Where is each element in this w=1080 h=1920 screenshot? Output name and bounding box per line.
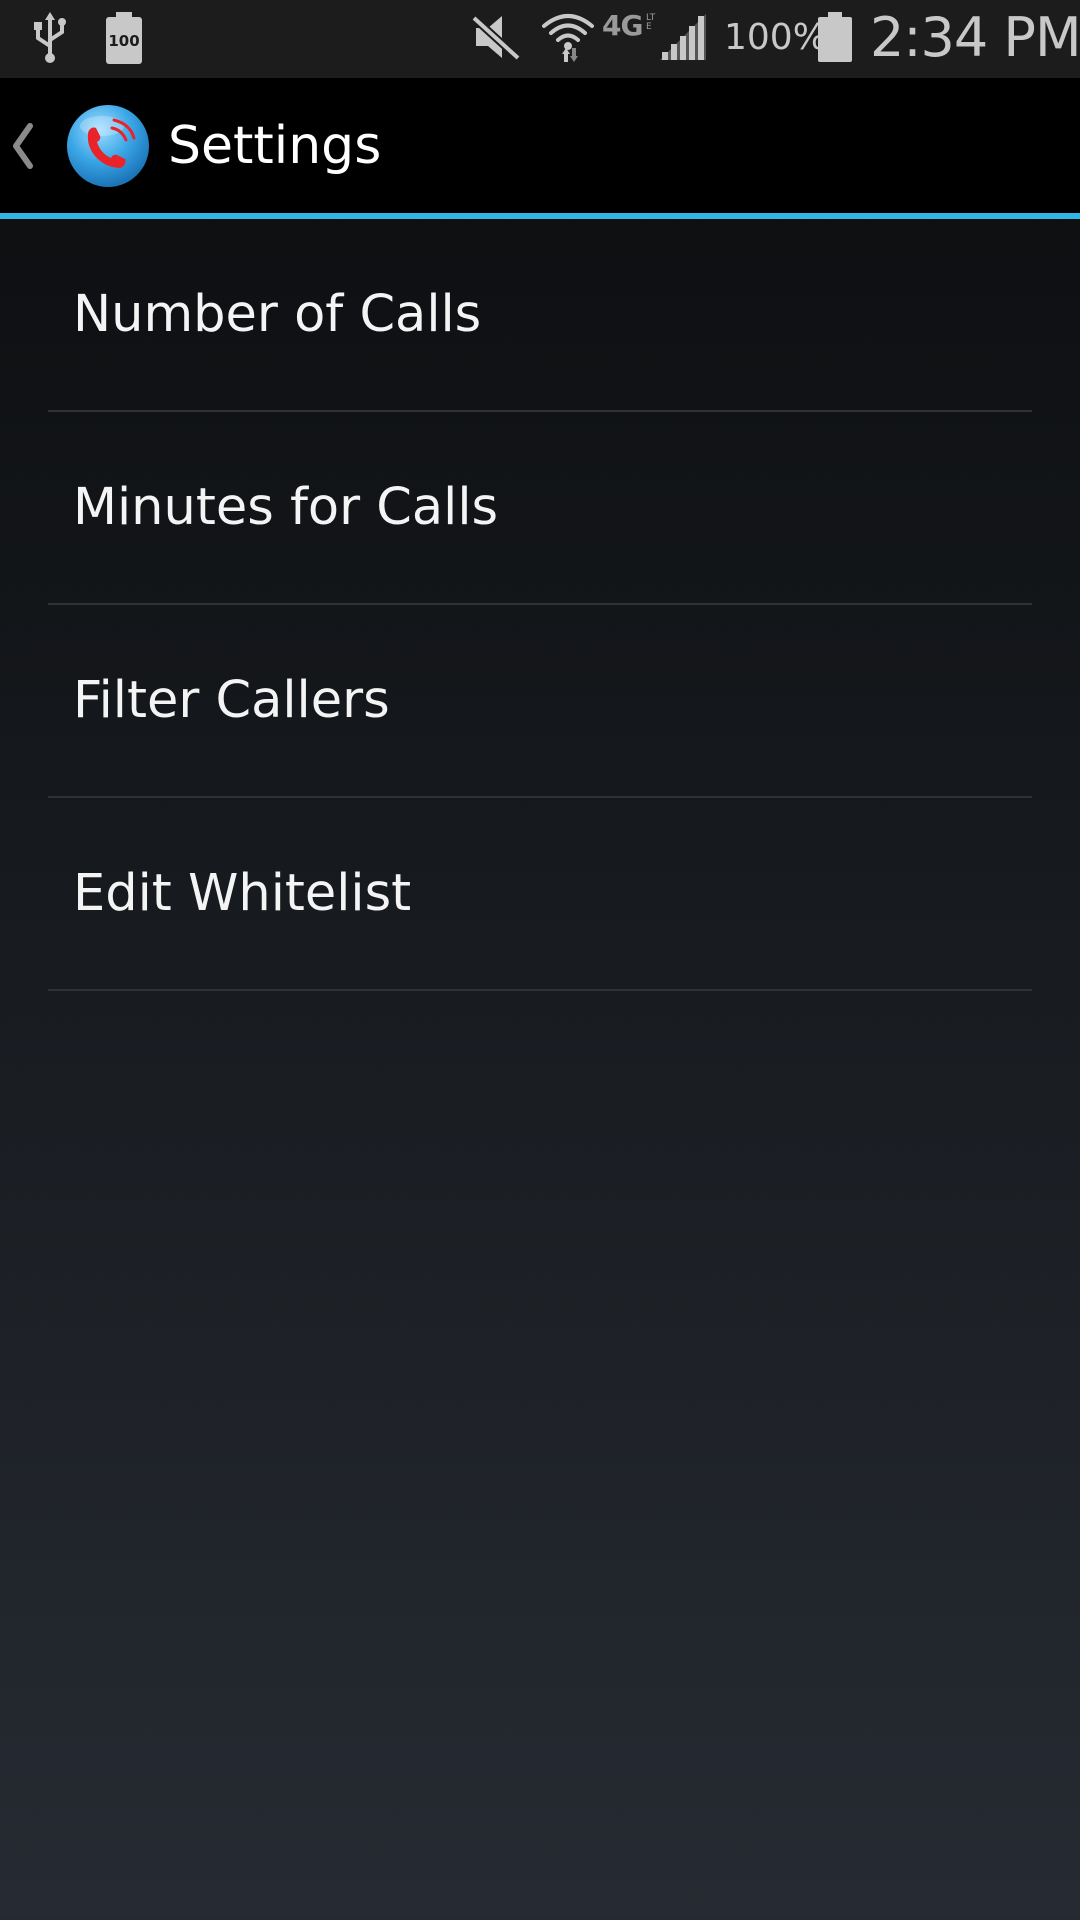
network-4g-lte-icon: 4G LTE: [602, 10, 658, 50]
setting-label: Filter Callers: [73, 671, 390, 730]
settings-list: Number of Calls Minutes for Calls Filter…: [0, 219, 1080, 991]
mute-icon: [472, 15, 521, 60]
setting-label: Minutes for Calls: [73, 478, 499, 537]
back-chevron-icon[interactable]: [8, 120, 36, 172]
battery-icon: [818, 12, 852, 62]
battery-notification-icon: 100: [106, 12, 142, 64]
network-subtype-label: LTE: [646, 13, 656, 32]
setting-label: Number of Calls: [73, 285, 482, 344]
action-bar: [0, 78, 1080, 214]
setting-filter-callers[interactable]: Filter Callers: [0, 605, 1080, 798]
setting-minutes-for-calls[interactable]: Minutes for Calls: [0, 412, 1080, 605]
list-divider: [48, 989, 1032, 991]
setting-number-of-calls[interactable]: Number of Calls: [0, 219, 1080, 412]
page-title: Settings: [168, 116, 382, 176]
signal-icon: [660, 14, 706, 60]
network-type-label: 4G: [602, 9, 643, 42]
setting-edit-whitelist[interactable]: Edit Whitelist: [0, 798, 1080, 991]
wifi-icon: [542, 14, 594, 62]
battery-percent: 100%: [724, 17, 827, 58]
status-bar: 100 4G LTE 100% 2:34 PM: [0, 0, 1080, 78]
usb-icon: [34, 12, 66, 63]
status-time: 2:34 PM: [870, 6, 1080, 69]
phone-icon[interactable]: [66, 104, 150, 188]
battery-notification-level: 100: [108, 32, 140, 50]
setting-label: Edit Whitelist: [73, 864, 412, 923]
